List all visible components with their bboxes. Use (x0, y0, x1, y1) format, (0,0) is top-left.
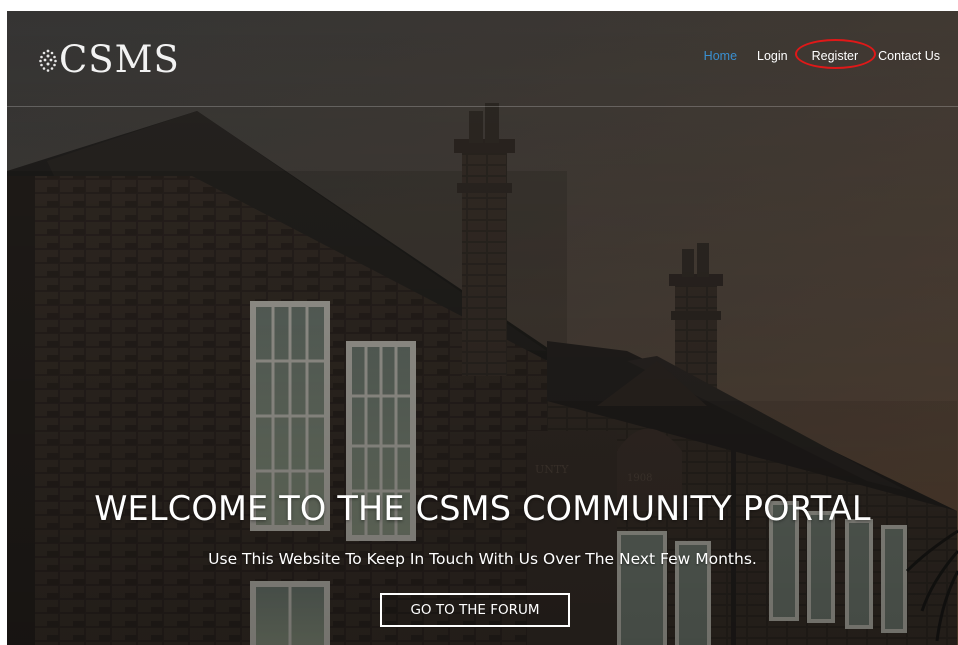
site-logo[interactable]: CSMS (38, 38, 180, 82)
site-header: CSMS Home Login Register Contact Us (7, 11, 958, 107)
hero-subtitle: Use This Website To Keep In Touch With U… (208, 550, 757, 568)
nav-item-register[interactable]: Register (794, 39, 876, 69)
go-to-forum-button[interactable]: GO TO THE FORUM (380, 593, 570, 627)
nav-item-register-label: Register (811, 49, 859, 63)
main-nav: Home Login Register Contact Us (684, 39, 940, 69)
nav-item-home[interactable]: Home (704, 49, 737, 63)
page-frame: 1908 UNTY (7, 11, 958, 645)
hero-title: WELCOME TO THE CSMS COMMUNITY PORTAL (94, 489, 871, 528)
nav-item-contact-us[interactable]: Contact Us (878, 49, 940, 63)
logo-text: CSMS (59, 38, 180, 81)
go-to-forum-label: GO TO THE FORUM (410, 602, 540, 618)
globe-dots-icon (39, 49, 57, 72)
nav-item-login[interactable]: Login (757, 49, 788, 63)
